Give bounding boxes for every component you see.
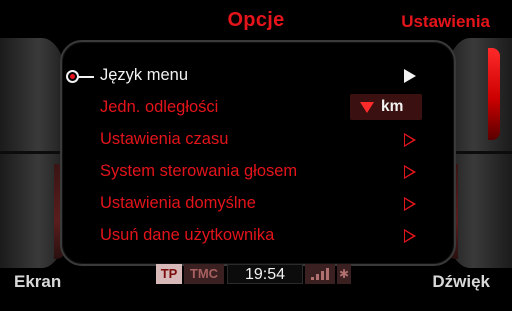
- distance-unit-selector[interactable]: km: [350, 94, 422, 120]
- menu-item-time-settings[interactable]: Ustawienia czasu: [100, 128, 400, 152]
- menu-item-label: Język menu: [100, 66, 189, 84]
- distance-unit-value: km: [381, 98, 404, 115]
- status-bar: TP TMC 19:54 ✱: [156, 264, 352, 284]
- signal-bars-icon: [305, 264, 335, 284]
- triangle-right-outline-icon: [404, 197, 416, 211]
- options-menu-panel: Język menu Jedn. odległości km Ustawieni…: [60, 40, 456, 266]
- screen-softkey[interactable]: Ekran: [14, 272, 61, 292]
- triangle-right-outline-icon: [404, 133, 416, 147]
- scroll-indicator[interactable]: [488, 48, 500, 140]
- sound-softkey[interactable]: Dźwięk: [432, 272, 490, 292]
- menu-item-delete-user-data[interactable]: Usuń dane użytkownika: [100, 224, 400, 248]
- menu-item-menu-language[interactable]: Język menu: [100, 64, 400, 88]
- settings-softkey[interactable]: Ustawienia: [401, 12, 490, 32]
- tp-indicator: TP: [156, 264, 182, 284]
- menu-item-label: Ustawienia czasu: [100, 130, 229, 148]
- menu-item-default-settings[interactable]: Ustawienia domyślne: [100, 192, 400, 216]
- clock: 19:54: [227, 264, 303, 284]
- triangle-right-filled-icon: [404, 69, 416, 83]
- triangle-right-outline-icon: [404, 165, 416, 179]
- menu-item-label: Jedn. odległości: [100, 98, 219, 116]
- menu-item-label: System sterowania głosem: [100, 162, 298, 180]
- bluetooth-icon: ✱: [337, 264, 351, 284]
- menu-item-label: Usuń dane użytkownika: [100, 226, 275, 244]
- menu-item-label: Ustawienia domyślne: [100, 194, 256, 212]
- tmc-indicator: TMC: [184, 264, 224, 284]
- menu-item-voice-control[interactable]: System sterowania głosem: [100, 160, 400, 184]
- triangle-down-icon: [360, 102, 374, 113]
- triangle-right-outline-icon: [404, 229, 416, 243]
- cursor-pointer-line: [78, 76, 94, 78]
